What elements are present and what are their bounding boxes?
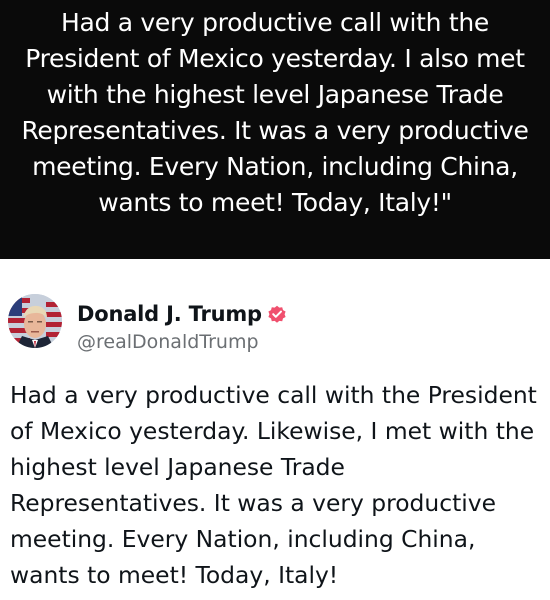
- caption-banner: Had a very productive call with the Pres…: [0, 0, 550, 259]
- author-display-name[interactable]: Donald J. Trump: [77, 302, 262, 326]
- post-body-text: Had a very productive call with the Pres…: [10, 381, 537, 589]
- avatar-image-icon: [8, 294, 62, 348]
- author-handle[interactable]: @realDonaldTrump: [77, 331, 287, 353]
- post-card: Donald J. Trump @realDonaldTrump Had a v…: [0, 259, 550, 600]
- caption-text: Had a very productive call with the Pres…: [21, 8, 529, 217]
- post-author: Donald J. Trump @realDonaldTrump: [77, 299, 287, 353]
- profile-photo-avatar[interactable]: [8, 294, 62, 348]
- verified-badge-icon: [267, 304, 287, 324]
- author-name-row: Donald J. Trump: [77, 299, 287, 329]
